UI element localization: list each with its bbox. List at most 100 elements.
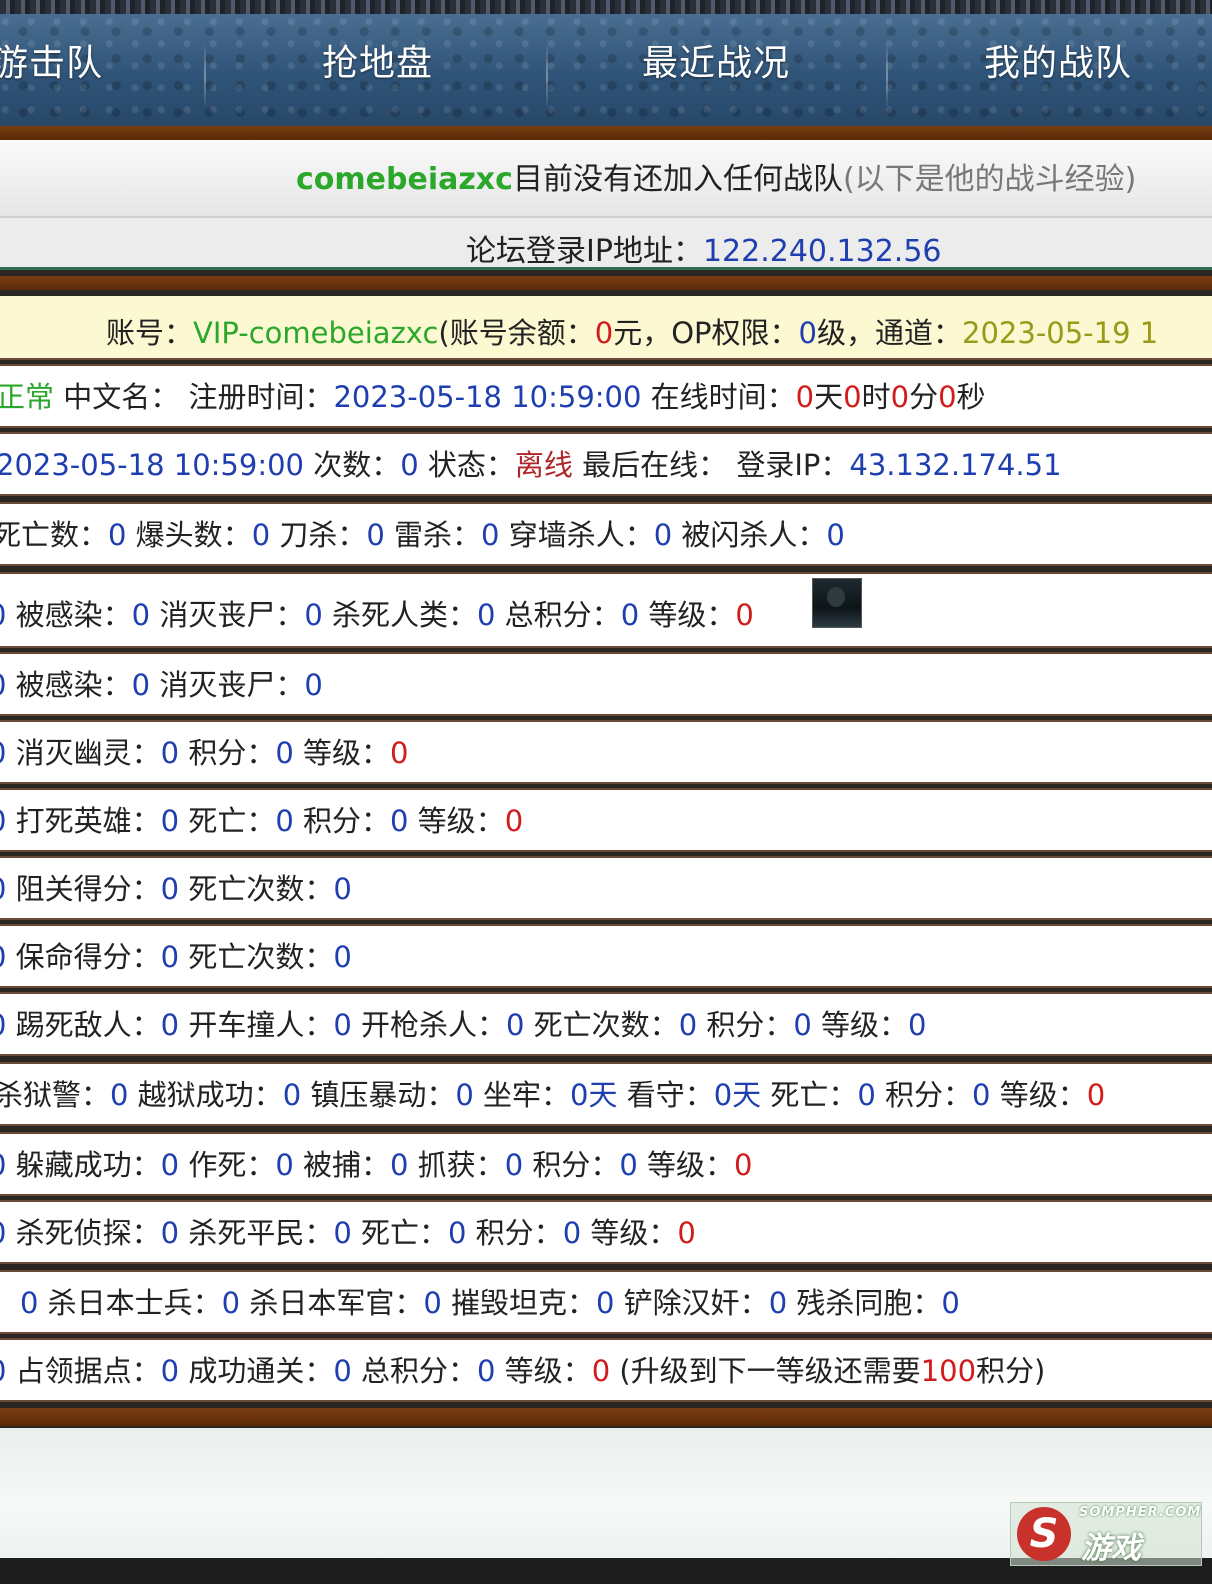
stat-value: 0 bbox=[793, 1008, 812, 1042]
stat-label: 坐牢： bbox=[473, 1078, 571, 1112]
stat-value: 0 bbox=[908, 1008, 927, 1042]
stat-value: 0 bbox=[423, 1286, 442, 1320]
stat-value: 0 bbox=[160, 1216, 180, 1250]
stat-label: 被感染： bbox=[6, 598, 132, 632]
login-time: 2023-05-18 10:59:00 bbox=[0, 448, 304, 482]
stat-label: 杀狱警： bbox=[0, 1078, 111, 1112]
stat-row-login: 2023-05-18 10:59:00 次数：0 状态：离线 最后在线： 登录I… bbox=[0, 432, 1212, 496]
forum-ip-label: 论坛登录IP地址： bbox=[466, 234, 703, 269]
stat-row-block: 0 阻关得分：0 死亡次数：0 bbox=[0, 856, 1212, 920]
stat-label: 开枪杀人： bbox=[351, 1008, 507, 1042]
notice-message: 目前没有还加入任何战队 bbox=[512, 162, 843, 197]
balance-label: (账号余额： bbox=[438, 316, 595, 350]
stat-value: 0 bbox=[941, 1286, 960, 1320]
stat-value: 0 bbox=[160, 1354, 180, 1388]
stat-value: 0 bbox=[221, 1286, 241, 1320]
unit: 秒 bbox=[956, 380, 986, 414]
stat-label: 消灭丧尸： bbox=[150, 668, 305, 702]
unit: 分 bbox=[909, 380, 939, 414]
stat-label: 死亡次数： bbox=[179, 872, 334, 906]
state-label: 状态： bbox=[418, 448, 515, 482]
stat-value: 0 bbox=[477, 1354, 496, 1388]
stat-label: 摧毁坦克： bbox=[441, 1286, 597, 1320]
balance-unit: 元， bbox=[613, 316, 672, 350]
last-online-label: 最后在线： bbox=[572, 448, 728, 482]
stat-value: 0 bbox=[562, 1216, 582, 1250]
stat-label: 死亡： bbox=[761, 1078, 858, 1112]
stat-value: 0 bbox=[333, 872, 352, 906]
forum-ip-panel: 论坛登录IP地址：122.240.132.56 bbox=[0, 216, 1212, 270]
nav-separator bbox=[546, 46, 548, 106]
stat-value: 0 bbox=[20, 1286, 39, 1320]
nav-territory[interactable]: 抢地盘 bbox=[322, 34, 433, 86]
stat-label: 积分： bbox=[875, 1078, 973, 1112]
stat-label: 被感染： bbox=[6, 668, 132, 702]
stat-label: 刀杀： bbox=[270, 518, 367, 552]
stat-label: 积分： bbox=[697, 1008, 794, 1042]
stat-label: 等级： bbox=[637, 1148, 735, 1182]
level-value: 0 bbox=[734, 1148, 753, 1182]
stat-label: 等级： bbox=[495, 1354, 592, 1388]
nav-separator bbox=[204, 46, 206, 106]
cn-name-label: 中文名： bbox=[54, 380, 180, 414]
stat-label: 杀日本军官： bbox=[240, 1286, 424, 1320]
stat-label: 占领据点： bbox=[6, 1354, 161, 1388]
forum-ip: 论坛登录IP地址：122.240.132.56 bbox=[466, 226, 1212, 270]
login-ip-value: 43.132.174.51 bbox=[849, 448, 1062, 482]
stat-value: 0 bbox=[390, 1148, 409, 1182]
stat-label: 躲藏成功： bbox=[6, 1148, 161, 1182]
stat-value: 0 bbox=[333, 940, 352, 974]
stat-value: 0 bbox=[131, 668, 151, 702]
online-minutes: 0 bbox=[890, 380, 910, 414]
op-label: OP权限： bbox=[671, 316, 799, 350]
stat-value: 0 bbox=[596, 1286, 615, 1320]
stat-value: 0天 bbox=[570, 1078, 618, 1112]
stat-row-war: 0 杀日本士兵：0 杀日本军官：0 摧毁坦克：0 铲除汉奸：0 残杀同胞：0 bbox=[0, 1270, 1212, 1334]
stat-label: 铲除汉奸： bbox=[614, 1286, 769, 1320]
stat-label: 看守： bbox=[617, 1078, 714, 1112]
stat-row-vehicle: 0 踢死敌人：0 开车撞人：0 开枪杀人：0 死亡次数：0 积分：0 等级：0 bbox=[0, 992, 1212, 1056]
nav-my-team[interactable]: 我的战队 bbox=[984, 34, 1132, 86]
stat-value: 0 bbox=[333, 1008, 352, 1042]
stat-value: 0 bbox=[620, 598, 640, 632]
stat-value: 0天 bbox=[713, 1078, 762, 1112]
stat-label: 穿墙杀人： bbox=[499, 518, 654, 552]
stat-value: 0 bbox=[251, 518, 271, 552]
top-navigation: 游击队 抢地盘 最近战况 我的战队 bbox=[0, 14, 1212, 126]
stat-label: 踢死敌人： bbox=[6, 1008, 161, 1042]
rank-avatar-icon bbox=[812, 578, 862, 628]
stat-label: 杀日本士兵： bbox=[38, 1286, 222, 1320]
logo-s-icon: S bbox=[1017, 1507, 1071, 1561]
stat-value: 0 bbox=[160, 940, 180, 974]
nav-recent-battles[interactable]: 最近战况 bbox=[642, 34, 790, 86]
stat-label: 积分： bbox=[466, 1216, 563, 1250]
account-info: 账号：VIP-comebeiazxc(账号余额：0元，OP权限：0级，通道：20… bbox=[106, 310, 1212, 352]
stat-label: 作死： bbox=[179, 1148, 276, 1182]
stat-label: 积分： bbox=[179, 736, 276, 770]
op-value: 0 bbox=[798, 316, 817, 350]
level-value: 0 bbox=[677, 1216, 696, 1250]
team-notice: comebeiazxc目前没有还加入任何战队(以下是他的战斗经验) bbox=[296, 154, 1212, 198]
top-texture-strip bbox=[0, 0, 1212, 14]
op-unit: 级， bbox=[816, 316, 875, 350]
nav-separator bbox=[886, 46, 888, 106]
nav-guerrilla[interactable]: 游击队 bbox=[0, 34, 103, 86]
stat-label: 残杀同胞： bbox=[787, 1286, 942, 1320]
stat-value: 0 bbox=[506, 1008, 525, 1042]
stat-value: 0 bbox=[282, 1078, 302, 1112]
stat-value: 0 bbox=[160, 736, 180, 770]
stat-label: 镇压暴动： bbox=[301, 1078, 456, 1112]
stat-value: 0 bbox=[390, 804, 409, 838]
stat-row-prison: 杀狱警：0 越狱成功：0 镇压暴动：0 坐牢：0天 看守：0天 死亡：0 积分：… bbox=[0, 1062, 1212, 1126]
stat-label: 等级： bbox=[408, 804, 505, 838]
stat-label: 等级： bbox=[990, 1078, 1087, 1112]
stat-row-hide: 0 躲藏成功：0 作死：0 被捕：0 抓获：0 积分：0 等级：0 bbox=[0, 1132, 1212, 1196]
stat-label: 死亡： bbox=[179, 804, 276, 838]
stat-label: 等级： bbox=[811, 1008, 909, 1042]
stat-label: 死亡次数： bbox=[524, 1008, 679, 1042]
stat-row-registration: 正常 中文名： 注册时间：2023-05-18 10:59:00 在线时间：0天… bbox=[0, 364, 1212, 428]
stat-value: 0 bbox=[275, 1148, 294, 1182]
stat-value: 0 bbox=[160, 872, 180, 906]
stat-label: 成功通关： bbox=[179, 1354, 334, 1388]
stat-value: 0 bbox=[826, 518, 845, 552]
